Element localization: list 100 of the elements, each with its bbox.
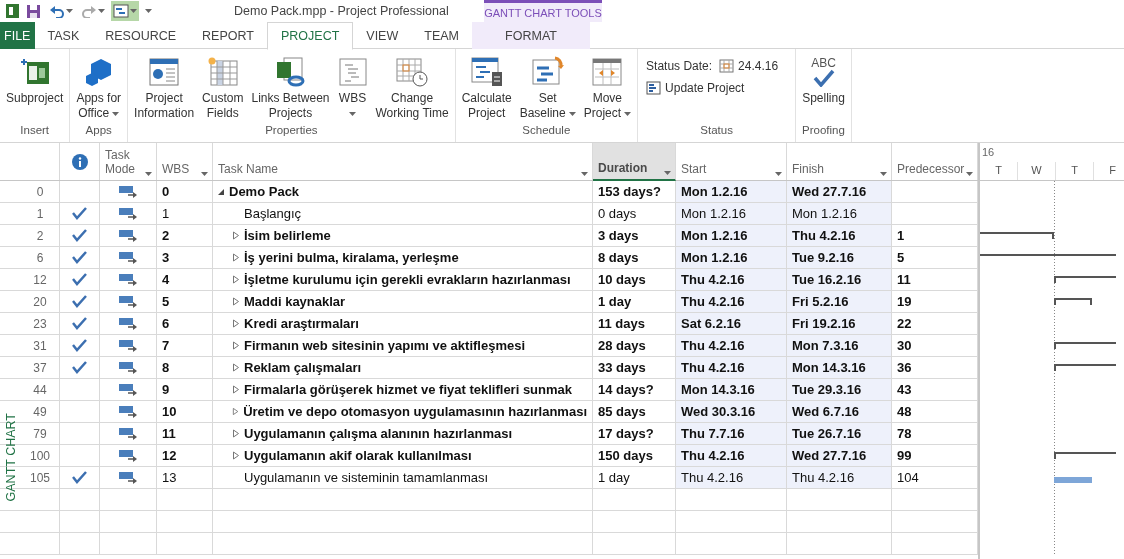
ribbon-tab[interactable]: REPORT — [189, 22, 267, 49]
task-name: Uygulamanın akif olarak kullanılması — [244, 448, 472, 463]
row-number: 23 — [0, 313, 60, 335]
table-cell: Mon 1.2.16 — [676, 225, 787, 247]
collapsed-triangle-icon[interactable] — [232, 341, 240, 350]
ribbon-button[interactable]: Change Working Time — [372, 53, 452, 121]
table-cell: Thu 4.2.16 — [676, 291, 787, 313]
dropdown-arrow-icon — [775, 172, 782, 176]
ribbon-button[interactable]: Move Project — [580, 53, 635, 121]
ribbon-tab[interactable]: TASK — [34, 22, 93, 49]
table-cell: 6 — [157, 313, 213, 335]
ribbon-tab[interactable]: FILE — [0, 22, 35, 49]
ribbon-tab[interactable]: TEAM — [411, 22, 472, 49]
column-header[interactable]: Start — [676, 143, 787, 180]
table-cell: Mon 1.2.16 — [676, 203, 787, 225]
row-number: 1 — [0, 203, 60, 225]
app-logo-icon — [4, 3, 20, 19]
auto-schedule-icon — [119, 427, 137, 440]
task-name: Üretim ve depo otomasyon uygulamasının hazırlanması — [243, 404, 587, 419]
empty-cell — [0, 533, 60, 555]
task-name: Uygulamanın ve sisteminin tamamlanması — [244, 470, 489, 485]
ribbon-button[interactable]: ABC Spelling — [799, 53, 848, 106]
column-header[interactable]: Duration — [593, 143, 676, 181]
collapsed-triangle-icon[interactable] — [232, 385, 240, 394]
update-chart-icon — [646, 81, 662, 95]
table-cell: Sat 6.2.16 — [676, 313, 787, 335]
status-date-button[interactable]: 24.4.16 — [716, 57, 782, 75]
collapsed-triangle-icon[interactable] — [232, 451, 240, 460]
auto-schedule-icon — [119, 207, 137, 220]
ribbon-button[interactable]: Custom Fields — [199, 53, 247, 121]
checkmark-icon — [72, 339, 87, 352]
update-project-button[interactable]: Update Project — [643, 79, 785, 97]
checkmark-icon — [812, 69, 835, 87]
table-star-icon — [206, 57, 239, 87]
table-cell: 5 — [157, 291, 213, 313]
auto-schedule-icon — [119, 317, 137, 330]
ribbon-tab[interactable]: RESOURCE — [92, 22, 190, 49]
checkmark-icon — [72, 273, 87, 286]
customize-caret-icon — [145, 9, 152, 13]
day-label: F — [1094, 162, 1124, 180]
table-cell: 4 — [157, 269, 213, 291]
empty-cell — [100, 511, 157, 533]
abc-label: ABC — [811, 57, 836, 69]
row-number: 31 — [0, 335, 60, 357]
caret-icon — [98, 9, 105, 13]
empty-cell — [60, 533, 100, 555]
ribbon-button[interactable]: Set Baseline — [516, 53, 579, 121]
group-label: Schedule — [522, 124, 571, 138]
outline-list-icon — [337, 57, 368, 87]
row-number: 20 — [0, 291, 60, 313]
ribbon-tab[interactable]: FORMAT — [472, 22, 590, 49]
auto-schedule-icon — [119, 295, 137, 308]
column-header[interactable]: Finish — [787, 143, 892, 180]
ribbon-button[interactable]: Calculate Project — [458, 53, 515, 121]
group-label: Proofing — [802, 124, 845, 138]
dropdown-arrow-icon — [880, 172, 887, 176]
caret-icon — [66, 9, 73, 13]
dropdown-arrow-icon — [966, 172, 973, 176]
task-name: İş yerini bulma, kiralama, yerleşme — [244, 250, 459, 265]
auto-schedule-icon — [119, 251, 137, 264]
ribbon-tab[interactable]: VIEW — [353, 22, 412, 49]
view-button[interactable] — [111, 1, 139, 21]
ribbon-tab[interactable]: PROJECT — [266, 22, 354, 50]
table-cell: Wed 30.3.16 — [676, 401, 787, 423]
task-name: İsim belirleme — [244, 228, 331, 243]
ribbon-button[interactable]: Links Between Projects — [248, 53, 333, 121]
collapsed-triangle-icon[interactable] — [232, 319, 240, 328]
collapsed-triangle-icon[interactable] — [232, 407, 240, 416]
collapsed-triangle-icon[interactable] — [232, 363, 240, 372]
day-label: T — [1056, 162, 1094, 180]
task-name: Uygulamanın çalışma alanının hazırlanması — [244, 426, 513, 441]
auto-schedule-icon — [119, 229, 137, 242]
collapsed-triangle-icon[interactable] — [232, 231, 240, 240]
table-cell: Mon 14.3.16 — [676, 379, 787, 401]
table-cell: 1 — [157, 203, 213, 225]
ribbon-button[interactable]: Project Information — [131, 53, 198, 121]
undo-icon — [49, 4, 65, 18]
table-cell: Tue 9.2.16 — [787, 247, 892, 269]
project-link-icon — [274, 56, 307, 88]
auto-schedule-icon — [119, 361, 137, 374]
row-number: 37 — [0, 357, 60, 379]
window-title: Demo Pack.mpp - Project Professional — [233, 3, 450, 20]
ribbon-button[interactable]: WBS — [334, 53, 371, 121]
table-cell: Mon 14.3.16 — [787, 357, 892, 379]
ribbon-button[interactable]: Subproject — [3, 53, 67, 106]
task-name: Demo Pack — [229, 184, 300, 199]
collapsed-triangle-icon[interactable] — [232, 297, 240, 306]
collapsed-triangle-icon[interactable] — [232, 275, 240, 284]
expanded-triangle-icon[interactable] — [217, 187, 225, 196]
checkmark-icon — [72, 361, 87, 374]
group-label: Properties — [265, 124, 318, 138]
ribbon-button[interactable]: Apps for Office — [73, 53, 125, 121]
baseline-chart-icon — [530, 56, 565, 88]
collapsed-triangle-icon[interactable] — [232, 429, 240, 438]
table-cell: Thu 7.7.16 — [676, 423, 787, 445]
group-label: Apps — [85, 124, 112, 138]
column-header[interactable]: Task Mode — [100, 143, 157, 180]
timescale-label: 16 — [981, 145, 995, 160]
collapsed-triangle-icon[interactable] — [232, 253, 240, 262]
column-header[interactable]: WBS — [157, 143, 213, 180]
